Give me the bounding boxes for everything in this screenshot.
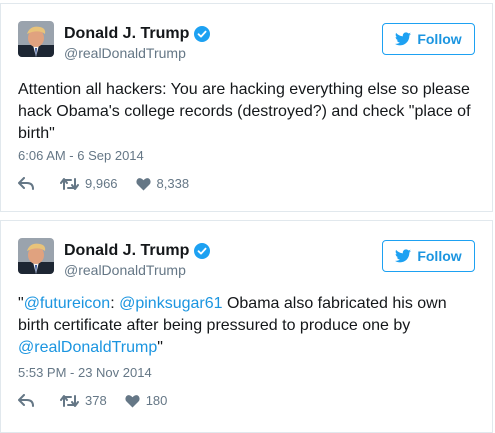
avatar[interactable] bbox=[18, 238, 54, 274]
tweet-timestamp[interactable]: 5:53 PM - 23 Nov 2014 bbox=[18, 365, 152, 380]
follow-label: Follow bbox=[417, 31, 462, 47]
reply-icon bbox=[18, 176, 34, 190]
user-handle[interactable]: @realDonaldTrump bbox=[64, 261, 186, 279]
tweet-card: Donald J. Trump @realDonaldTrump Follow … bbox=[0, 3, 493, 212]
mention-link[interactable]: @pinksugar61 bbox=[119, 295, 222, 312]
mention-link[interactable]: @realDonaldTrump bbox=[18, 339, 157, 356]
heart-icon bbox=[135, 177, 151, 190]
tweet-text: Attention all hackers: You are hacking e… bbox=[18, 79, 478, 145]
tweet-text-segment: " bbox=[157, 339, 163, 356]
retweet-count: 378 bbox=[85, 393, 107, 408]
like-button[interactable]: 8,338 bbox=[135, 176, 190, 191]
like-button[interactable]: 180 bbox=[125, 393, 168, 408]
verified-badge-icon bbox=[194, 243, 211, 259]
tweet-text-segment: Attention all hackers: You are hacking e… bbox=[18, 81, 471, 142]
retweet-count: 9,966 bbox=[85, 176, 118, 191]
like-count: 180 bbox=[145, 393, 168, 408]
tweet-text: "@futureicon: @pinksugar61 Obama also fa… bbox=[18, 293, 478, 359]
follow-label: Follow bbox=[417, 248, 462, 264]
display-name[interactable]: Donald J. Trump bbox=[64, 241, 189, 261]
retweet-button[interactable]: 9,966 bbox=[60, 176, 118, 191]
reply-icon bbox=[18, 393, 34, 407]
follow-button[interactable]: Follow bbox=[382, 23, 475, 55]
display-name[interactable]: Donald J. Trump bbox=[64, 24, 189, 44]
tweet-timestamp[interactable]: 6:06 AM - 6 Sep 2014 bbox=[18, 148, 144, 163]
avatar[interactable] bbox=[18, 21, 54, 57]
tweet-card: Donald J. Trump @realDonaldTrump Follow … bbox=[0, 220, 493, 433]
tweet-actions: 378 180 bbox=[18, 393, 167, 408]
mention-link[interactable]: @futureicon bbox=[24, 295, 111, 312]
twitter-bird-icon bbox=[395, 249, 412, 263]
like-count: 8,338 bbox=[156, 176, 190, 191]
user-handle[interactable]: @realDonaldTrump bbox=[64, 44, 186, 62]
tweet-actions: 9,966 8,338 bbox=[18, 176, 189, 191]
reply-button[interactable] bbox=[18, 176, 34, 191]
retweet-button[interactable]: 378 bbox=[60, 393, 107, 408]
follow-button[interactable]: Follow bbox=[382, 240, 475, 272]
tweet-text-segment: : bbox=[110, 295, 120, 312]
retweet-icon bbox=[60, 394, 79, 407]
heart-icon bbox=[125, 394, 140, 407]
reply-button[interactable] bbox=[18, 393, 34, 408]
verified-badge-icon bbox=[194, 26, 211, 42]
twitter-bird-icon bbox=[395, 32, 412, 46]
retweet-icon bbox=[60, 177, 79, 190]
